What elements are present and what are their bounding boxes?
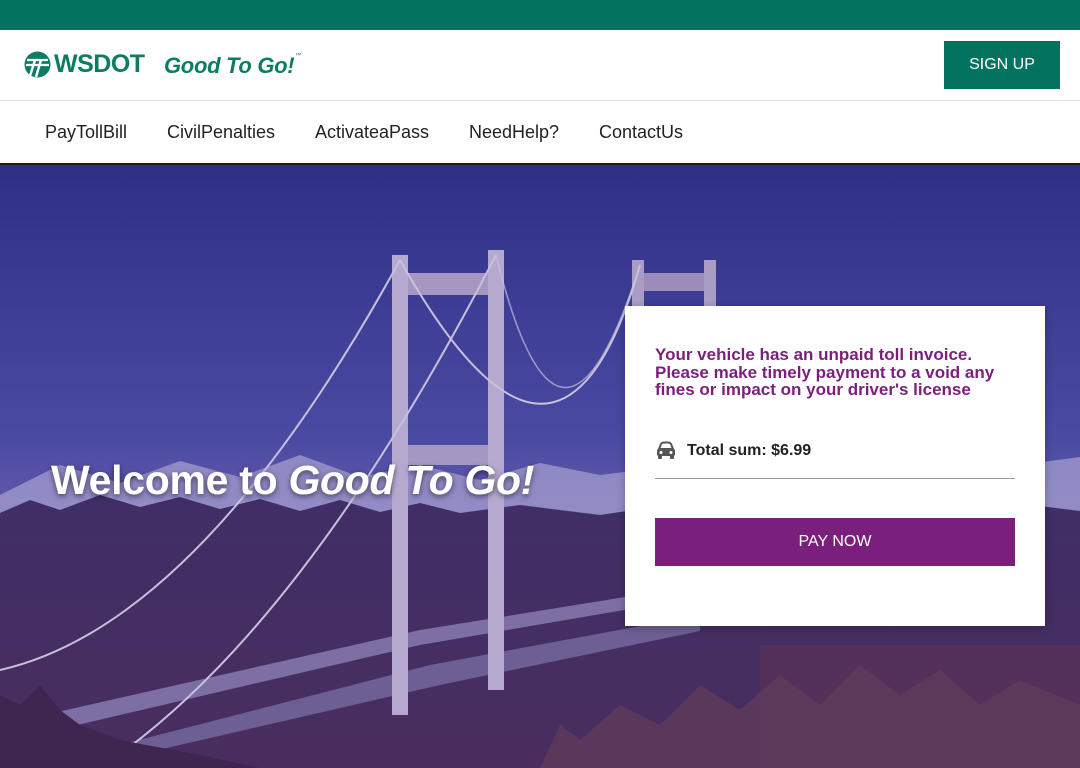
pay-now-button[interactable]: PAY NOW xyxy=(655,518,1015,566)
good-to-go-logo-text: Good To Go! xyxy=(164,53,295,78)
car-icon xyxy=(657,441,675,459)
nav-item-activate-pass[interactable]: ActivateaPass xyxy=(315,122,429,143)
sign-up-button[interactable]: SIGN UP xyxy=(944,41,1060,89)
wsdot-emblem-icon xyxy=(24,51,51,77)
nav-item-contact-us[interactable]: ContactUs xyxy=(599,122,683,143)
unpaid-invoice-notice: Your vehicle has an unpaid toll invoice.… xyxy=(655,345,995,399)
wsdot-logo-text: WSDOT xyxy=(54,49,145,78)
total-sum-label: Total sum: $6.99 xyxy=(687,442,812,459)
wsdot-logo[interactable]: WSDOT xyxy=(24,49,145,79)
total-sum-row: Total sum: $6.99 xyxy=(655,440,1015,479)
nav-item-need-help[interactable]: NeedHelp? xyxy=(469,122,559,143)
nav-item-civil-penalties[interactable]: CivilPenalties xyxy=(167,122,275,143)
toll-invoice-card: Your vehicle has an unpaid toll invoice.… xyxy=(625,306,1045,626)
trademark-mark: ™ xyxy=(295,53,301,59)
nav-item-pay-toll-bill[interactable]: PayTollBill xyxy=(45,122,127,143)
main-nav: PayTollBill CivilPenalties ActivateaPass… xyxy=(0,101,1080,165)
welcome-brand: Good To Go! xyxy=(288,457,535,503)
welcome-heading: Welcome to Good To Go! xyxy=(51,457,534,504)
site-header: WSDOT Good To Go!™ SIGN UP xyxy=(0,30,1080,101)
welcome-prefix: Welcome to xyxy=(51,457,289,503)
good-to-go-logo[interactable]: Good To Go!™ xyxy=(164,53,301,79)
top-accent-bar xyxy=(0,0,1080,30)
